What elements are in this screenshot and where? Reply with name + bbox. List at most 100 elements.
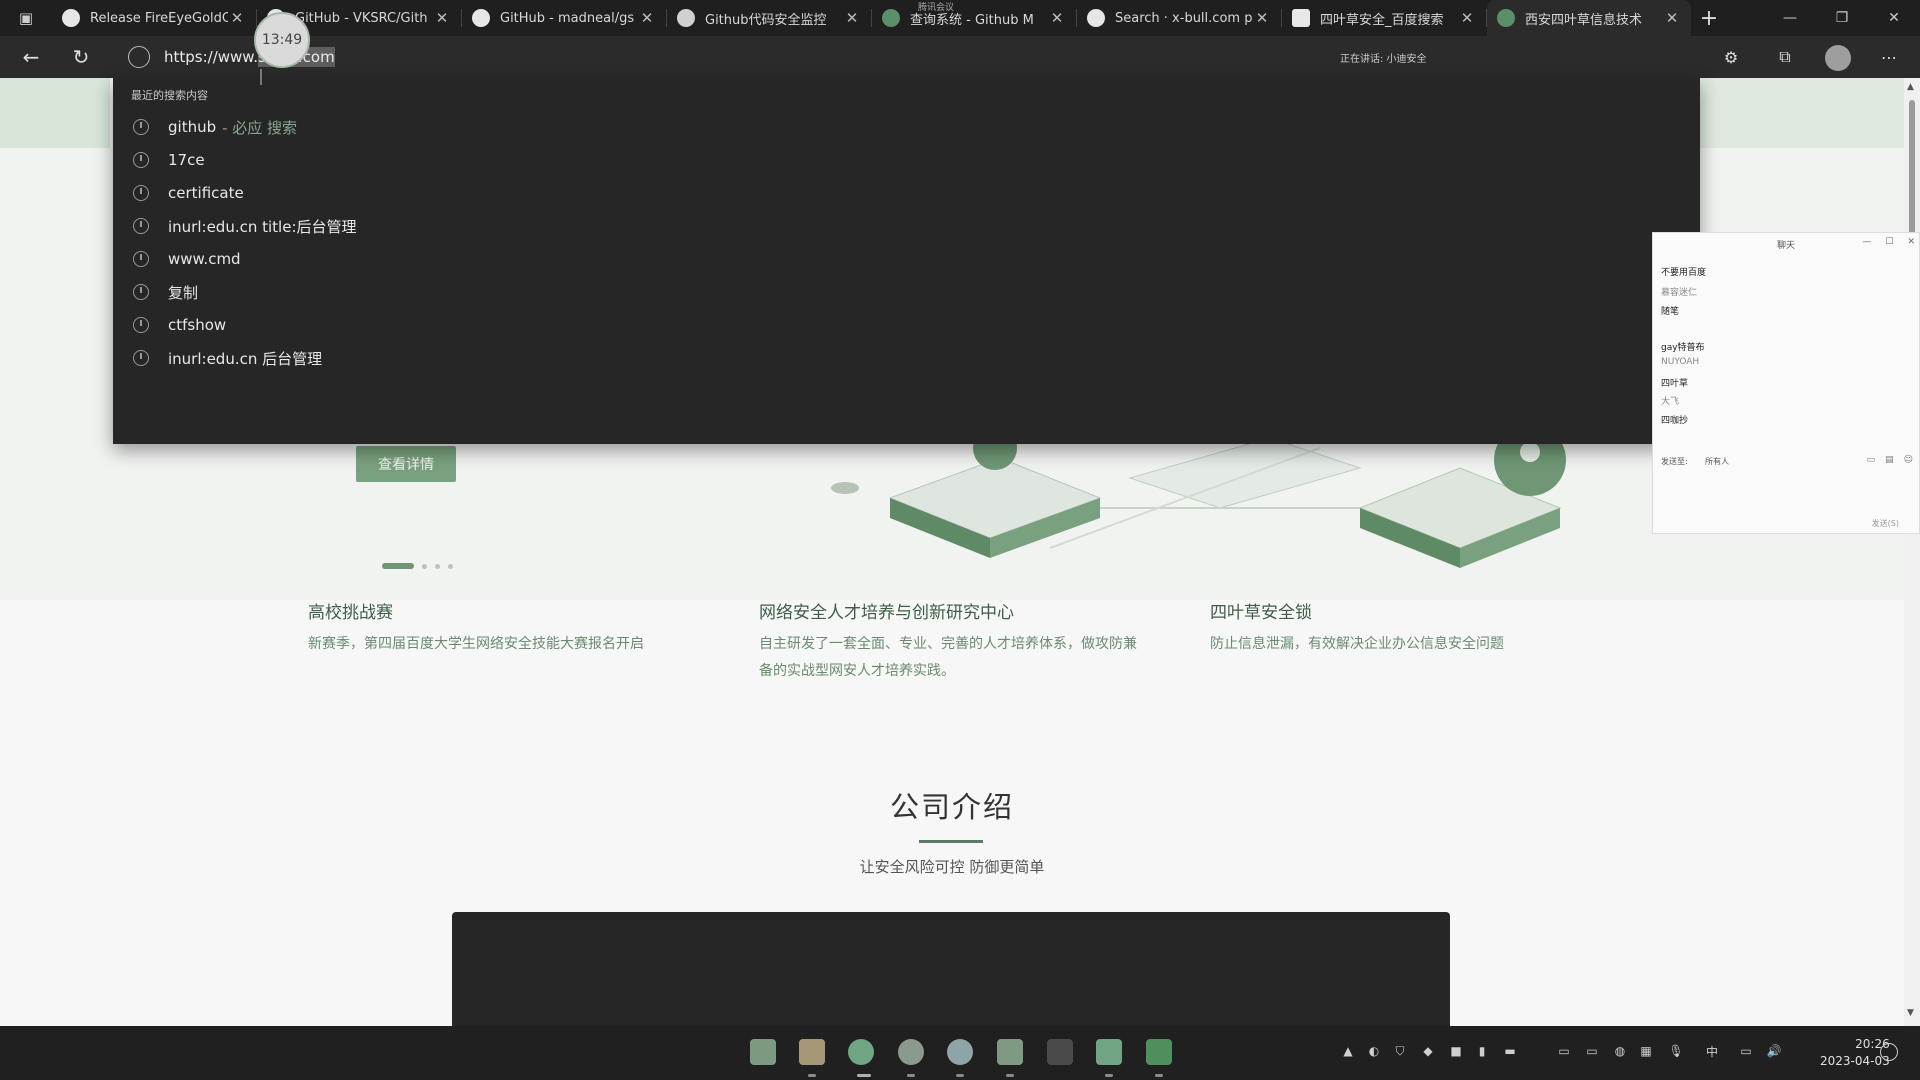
tab[interactable]: Github代码安全监控 ✕: [667, 0, 871, 36]
file-icon[interactable]: ▤: [1885, 455, 1894, 465]
tray-icon[interactable]: ▮: [1474, 1044, 1490, 1058]
carousel-dot[interactable]: [448, 563, 453, 569]
chat-maximize-icon[interactable]: ☐: [1885, 237, 1893, 247]
url-text[interactable]: https://www.sever.com: [164, 47, 335, 67]
carousel-dot[interactable]: [422, 563, 427, 569]
github-icon: [472, 9, 490, 27]
tab[interactable]: 西安四叶草信息技术 ✕: [1487, 0, 1691, 36]
profile-avatar[interactable]: [1825, 45, 1851, 71]
tab-actions-icon[interactable]: ▣: [0, 0, 52, 36]
network-icon[interactable]: ▭: [1738, 1044, 1754, 1058]
address-bar[interactable]: https://www.sever.com: [128, 40, 1698, 74]
recording-timer: 13:49: [254, 12, 310, 68]
feature-item[interactable]: 四叶草安全锁 防止信息泄漏，有效解决企业办公信息安全问题: [1210, 598, 1610, 658]
tray-icon[interactable]: ◍: [1612, 1044, 1628, 1058]
history-icon: [133, 317, 149, 333]
extensions-icon[interactable]: ⚙: [1718, 44, 1744, 70]
tab[interactable]: Search · x-bull.com p ✕: [1077, 0, 1281, 36]
suggestion-item[interactable]: inurl:edu.cn 后台管理: [113, 338, 1700, 378]
hero-illustration: [831, 438, 1566, 568]
start-icon[interactable]: [750, 1039, 776, 1065]
app-indicator-active: [857, 1074, 871, 1077]
app-indicator: [1105, 1074, 1113, 1077]
company-video[interactable]: [452, 912, 1450, 1026]
volume-icon[interactable]: 🔊: [1766, 1044, 1782, 1058]
security-shield-icon[interactable]: [1146, 1039, 1172, 1065]
chrome-icon[interactable]: [898, 1039, 924, 1065]
carousel-dots[interactable]: [382, 563, 453, 569]
chat-minimize-icon[interactable]: —: [1862, 237, 1871, 247]
recipient-select[interactable]: 所有人: [1705, 456, 1729, 467]
close-tab-icon[interactable]: ✕: [1048, 9, 1066, 27]
close-tab-icon[interactable]: ✕: [843, 9, 861, 27]
close-tab-icon[interactable]: ✕: [1663, 9, 1681, 27]
close-tab-icon[interactable]: ✕: [1458, 9, 1476, 27]
history-icon: [133, 119, 149, 135]
send-button[interactable]: 发送(S): [1872, 518, 1899, 529]
new-tab-button[interactable]: +: [1691, 0, 1727, 36]
chat-message: 随笔: [1661, 307, 1680, 317]
tray-shield-icon[interactable]: ⛉: [1392, 1044, 1408, 1058]
view-details-button[interactable]: 查看详情: [356, 446, 456, 482]
tab[interactable]: Release FireEyeGoldC ✕: [52, 0, 256, 36]
restore-icon[interactable]: ❐: [1816, 0, 1868, 36]
history-icon: [133, 284, 149, 300]
close-tab-icon[interactable]: ✕: [228, 9, 246, 27]
site-icon: [882, 9, 900, 27]
tab[interactable]: 查询系统 - Github M ✕: [872, 0, 1076, 36]
notification-icon[interactable]: [1880, 1043, 1898, 1061]
feature-row: 高校挑战赛 新赛季，第四届百度大学生网络安全技能大赛报名开启 网络安全人才培养与…: [280, 598, 1620, 708]
microphone-icon[interactable]: 🎙: [1668, 1044, 1684, 1058]
collections-icon[interactable]: ⧉: [1772, 44, 1798, 70]
chat-message: 不要用百度: [1661, 268, 1707, 278]
input-method-indicator[interactable]: 中: [1704, 1044, 1720, 1059]
close-tab-icon[interactable]: ✕: [638, 9, 656, 27]
refresh-icon[interactable]: ↻: [66, 42, 96, 72]
carousel-dot[interactable]: [435, 563, 440, 569]
close-window-icon[interactable]: ✕: [1868, 0, 1920, 36]
suggestion-text: 17ce: [168, 151, 205, 169]
tray-icon[interactable]: ◆: [1420, 1044, 1436, 1058]
tab-title: Github代码安全监控: [705, 12, 827, 28]
scroll-down-icon[interactable]: ▼: [1907, 1008, 1914, 1018]
tray-icon[interactable]: ▭: [1556, 1044, 1572, 1058]
feature-item[interactable]: 网络安全人才培养与创新研究中心 自主研发了一套全面、专业、完善的人才培养体系，做…: [759, 598, 1149, 685]
app-indicator: [1006, 1074, 1014, 1077]
app-icon[interactable]: [997, 1039, 1023, 1065]
edge-icon[interactable]: [848, 1039, 874, 1065]
feature-item[interactable]: 高校挑战赛 新赛季，第四届百度大学生网络安全技能大赛报名开启: [308, 598, 708, 658]
minimize-icon[interactable]: —: [1764, 0, 1816, 36]
clock-date: 2023-04-03: [1820, 1054, 1890, 1068]
image-icon[interactable]: ▭: [1867, 455, 1876, 465]
tray-icon[interactable]: ■: [1448, 1044, 1464, 1058]
tab-title: Release FireEyeGoldC: [90, 10, 228, 26]
user-icon[interactable]: ☺: [1904, 455, 1913, 465]
suggestion-text: inurl:edu.cn title:后台管理: [168, 217, 357, 236]
close-tab-icon[interactable]: ✕: [433, 9, 451, 27]
chat-input[interactable]: [1661, 473, 1911, 513]
scroll-up-icon[interactable]: ▲: [1907, 82, 1914, 92]
tab[interactable]: 四叶草安全_百度搜索 ✕: [1282, 0, 1486, 36]
taskbar: ▲ ◐ ⛉ ◆ ■ ▮ ▬ ▭ ▭ ◍ ▦ 🎙 中 ▭ 🔊 20:26 2023…: [0, 1026, 1920, 1080]
site-icon: [1497, 9, 1515, 27]
carousel-dot-active[interactable]: [382, 563, 414, 569]
chat-message: 大飞: [1661, 397, 1680, 407]
feature-title: 高校挑战赛: [308, 603, 393, 623]
app-icon[interactable]: [947, 1039, 973, 1065]
meeting-icon[interactable]: [1096, 1039, 1122, 1065]
file-explorer-icon[interactable]: [799, 1039, 825, 1065]
tray-icon[interactable]: ▦: [1638, 1044, 1654, 1058]
tab[interactable]: GitHub - madneal/gs ✕: [462, 0, 666, 36]
back-icon[interactable]: ←: [16, 42, 46, 72]
more-menu-icon[interactable]: ⋯: [1876, 44, 1902, 70]
tray-icon[interactable]: ▭: [1584, 1044, 1600, 1058]
scrollbar[interactable]: ▲ ▼: [1904, 78, 1920, 1026]
chat-titlebar: 聊天 — ☐ ✕: [1653, 233, 1919, 255]
app-icon[interactable]: [1047, 1039, 1073, 1065]
tray-icon[interactable]: ▬: [1502, 1044, 1518, 1058]
chat-close-icon[interactable]: ✕: [1907, 237, 1915, 247]
feature-title: 网络安全人才培养与创新研究中心: [759, 603, 1014, 623]
tray-icon[interactable]: ◐: [1366, 1044, 1382, 1058]
close-tab-icon[interactable]: ✕: [1253, 9, 1271, 27]
tray-icon[interactable]: ▲: [1340, 1044, 1356, 1058]
